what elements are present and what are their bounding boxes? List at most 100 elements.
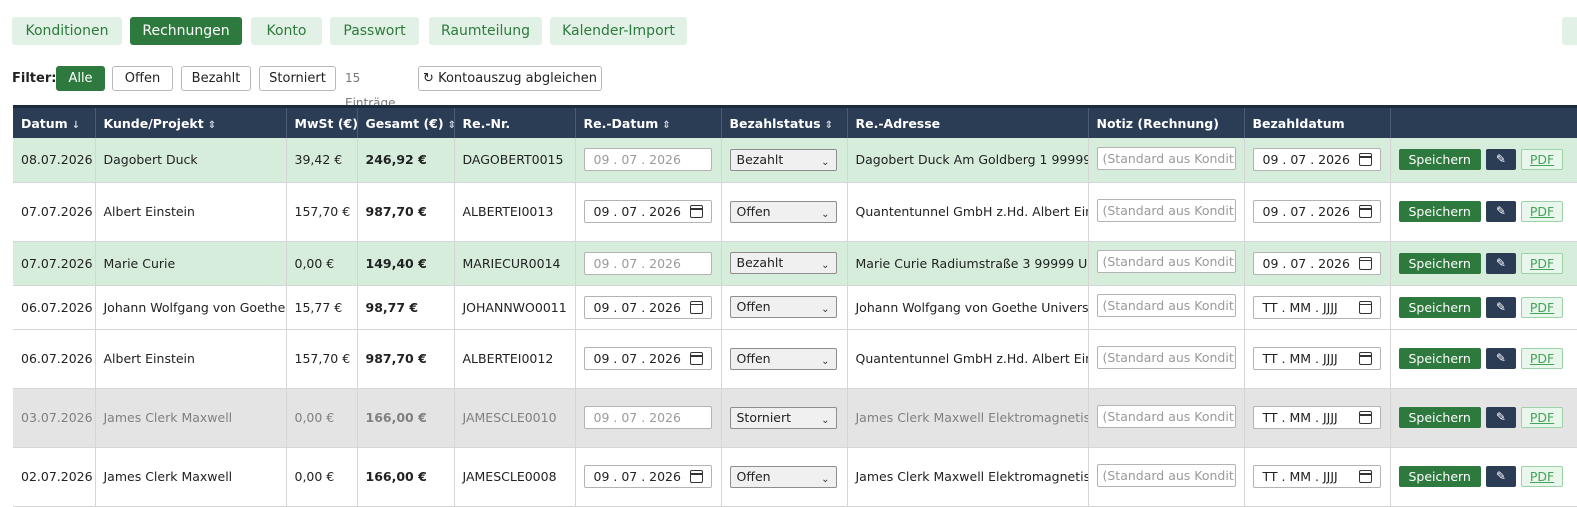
- invoice-note-input[interactable]: (Standard aus Konditi: [1096, 345, 1236, 369]
- calendar-icon[interactable]: [1358, 470, 1372, 483]
- invoice-date-input[interactable]: 09 . 07 . 2026: [583, 295, 712, 319]
- invoice-note-input[interactable]: (Standard aus Konditi: [1096, 463, 1236, 487]
- invoice-date-input[interactable]: 09 . 07 . 2026: [583, 406, 712, 429]
- save-button[interactable]: Speichern: [1398, 201, 1481, 222]
- cell-adresse: Quantentunnel GmbH z.Hd. Albert Einstein…: [847, 182, 1089, 242]
- cell-bezahldatum: 09 . 07 . 2026: [1244, 138, 1391, 183]
- pdf-button[interactable]: PDF: [1520, 466, 1564, 487]
- filter-bezahlt-button[interactable]: Bezahlt: [181, 66, 251, 91]
- chevron-down-icon: ⌄: [821, 208, 830, 220]
- cell-bezahldatum: 09 . 07 . 2026: [1244, 241, 1391, 286]
- save-button[interactable]: Speichern: [1398, 466, 1481, 487]
- save-button[interactable]: Speichern: [1398, 149, 1481, 171]
- edit-icon[interactable]: ✎: [1485, 149, 1516, 171]
- cell-mwst: 0,00 €: [286, 241, 358, 286]
- payment-status-select[interactable]: Storniert ⌄: [729, 406, 837, 429]
- edit-icon[interactable]: ✎: [1485, 407, 1516, 428]
- reconcile-bank-statement-button[interactable]: ↻ Kontoauszug abgleichen: [418, 66, 602, 91]
- calendar-icon[interactable]: [689, 205, 703, 218]
- invoice-note-input[interactable]: (Standard aus Konditi: [1096, 404, 1236, 428]
- invoice-note-input[interactable]: (Standard aus Konditi: [1096, 294, 1236, 317]
- calendar-icon[interactable]: [1358, 352, 1372, 365]
- cell-mwst: 39,42 €: [286, 138, 358, 183]
- edit-icon[interactable]: ✎: [1485, 252, 1516, 274]
- payment-date-input[interactable]: 09 . 07 . 2026: [1252, 148, 1381, 172]
- pdf-button[interactable]: PDF: [1520, 201, 1564, 222]
- tab-overflow[interactable]: [1562, 17, 1577, 45]
- payment-date-input[interactable]: TT . MM . JJJJ: [1252, 347, 1381, 370]
- table-header-row: Datum ↓ Kunde/Projekt ⇕ MwSt (€) Gesamt (€…: [13, 105, 1577, 138]
- calendar-icon[interactable]: [1358, 300, 1372, 314]
- pdf-button[interactable]: PDF: [1520, 348, 1564, 369]
- col-datum[interactable]: Datum ↓: [13, 105, 96, 138]
- tab-raumteilung[interactable]: Raumteilung: [429, 17, 542, 45]
- calendar-icon[interactable]: [689, 470, 703, 483]
- payment-status-select[interactable]: Bezahlt ⌄: [729, 252, 837, 274]
- col-gesamt[interactable]: Gesamt (€)⇕: [357, 105, 455, 138]
- payment-date-input[interactable]: TT . MM . JJJJ: [1252, 465, 1381, 488]
- sort-icon: ⇕: [824, 119, 833, 131]
- calendar-icon[interactable]: [689, 352, 703, 365]
- payment-date-input[interactable]: 09 . 07 . 2026: [1252, 251, 1381, 275]
- edit-icon[interactable]: ✎: [1485, 348, 1516, 369]
- save-button[interactable]: Speichern: [1398, 407, 1481, 428]
- invoice-date-input[interactable]: 09 . 07 . 2026: [583, 148, 712, 172]
- pdf-button[interactable]: PDF: [1520, 407, 1564, 428]
- filter-offen-button[interactable]: Offen: [112, 66, 173, 91]
- cell-mwst: 15,77 €: [286, 285, 358, 330]
- calendar-icon[interactable]: [1358, 205, 1372, 218]
- calendar-icon[interactable]: [1358, 256, 1372, 270]
- calendar-icon[interactable]: [1358, 153, 1372, 167]
- cell-bezahldatum: TT . MM . JJJJ: [1244, 285, 1391, 330]
- payment-date-input[interactable]: TT . MM . JJJJ: [1252, 295, 1381, 319]
- payment-status-select[interactable]: Offen ⌄: [729, 347, 837, 370]
- invoice-date-input[interactable]: 09 . 07 . 2026: [583, 347, 712, 370]
- cell-gesamt: 98,77 €: [357, 285, 455, 330]
- payment-status-select[interactable]: Offen ⌄: [729, 296, 837, 318]
- tab-kalender-import[interactable]: Kalender-Import: [550, 17, 687, 45]
- save-button[interactable]: Speichern: [1398, 348, 1481, 369]
- cell-kunde: James Clerk Maxwell: [95, 447, 287, 507]
- filter-alle-button[interactable]: Alle: [56, 66, 105, 91]
- cell-renr: JOHANNWO0011: [454, 285, 576, 330]
- payment-status-select[interactable]: Offen ⌄: [729, 465, 837, 488]
- cell-notiz: (Standard aus Konditi: [1088, 329, 1245, 389]
- chevron-down-icon: ⌄: [821, 473, 830, 485]
- save-button[interactable]: Speichern: [1398, 252, 1481, 274]
- payment-status-select[interactable]: Offen ⌄: [729, 200, 837, 223]
- cell-redatum: 09 . 07 . 2026: [575, 241, 722, 286]
- invoice-note-input[interactable]: (Standard aus Konditi: [1096, 250, 1236, 273]
- invoice-note-input[interactable]: (Standard aus Konditi: [1096, 146, 1236, 170]
- filter-label: Filter:: [12, 71, 57, 86]
- tab-rechnungen[interactable]: Rechnungen: [130, 17, 242, 45]
- pdf-button[interactable]: PDF: [1520, 252, 1564, 274]
- pdf-button[interactable]: PDF: [1520, 296, 1564, 318]
- col-kunde[interactable]: Kunde/Projekt ⇕: [95, 105, 287, 138]
- invoice-note-input[interactable]: (Standard aus Konditi: [1096, 198, 1236, 222]
- calendar-icon[interactable]: [1358, 411, 1372, 424]
- tab-konditionen[interactable]: Konditionen: [12, 17, 122, 45]
- col-redatum[interactable]: Re.-Datum ⇕: [575, 105, 722, 138]
- cell-bezahlstatus: Bezahlt ⌄: [721, 241, 848, 286]
- payment-date-input[interactable]: TT . MM . JJJJ: [1252, 406, 1381, 429]
- table-row: 06.07.2026 Johann Wolfgang von Goethe 15…: [13, 285, 1577, 330]
- payment-date-input[interactable]: 09 . 07 . 2026: [1252, 200, 1381, 223]
- calendar-icon[interactable]: [689, 300, 703, 314]
- invoice-date-input[interactable]: 09 . 07 . 2026: [583, 465, 712, 488]
- edit-icon[interactable]: ✎: [1485, 296, 1516, 318]
- tab-konto[interactable]: Konto: [251, 17, 322, 45]
- invoice-date-input[interactable]: 09 . 07 . 2026: [583, 200, 712, 223]
- tab-passwort[interactable]: Passwort: [330, 17, 419, 45]
- cell-datum: 08.07.2026: [13, 138, 96, 183]
- sort-desc-icon: ↓: [71, 119, 81, 131]
- invoice-date-input[interactable]: 09 . 07 . 2026: [583, 251, 712, 275]
- save-button[interactable]: Speichern: [1398, 296, 1481, 318]
- edit-icon[interactable]: ✎: [1485, 201, 1516, 222]
- filter-storniert-button[interactable]: Storniert: [259, 66, 336, 91]
- edit-icon[interactable]: ✎: [1485, 466, 1516, 487]
- pdf-button[interactable]: PDF: [1520, 149, 1564, 171]
- sort-icon: ⇕: [207, 119, 217, 131]
- col-bezahlstatus[interactable]: Bezahlstatus ⇕: [721, 105, 848, 138]
- payment-status-select[interactable]: Bezahlt ⌄: [729, 148, 837, 171]
- cell-actions: Speichern ✎ PDF: [1390, 388, 1577, 448]
